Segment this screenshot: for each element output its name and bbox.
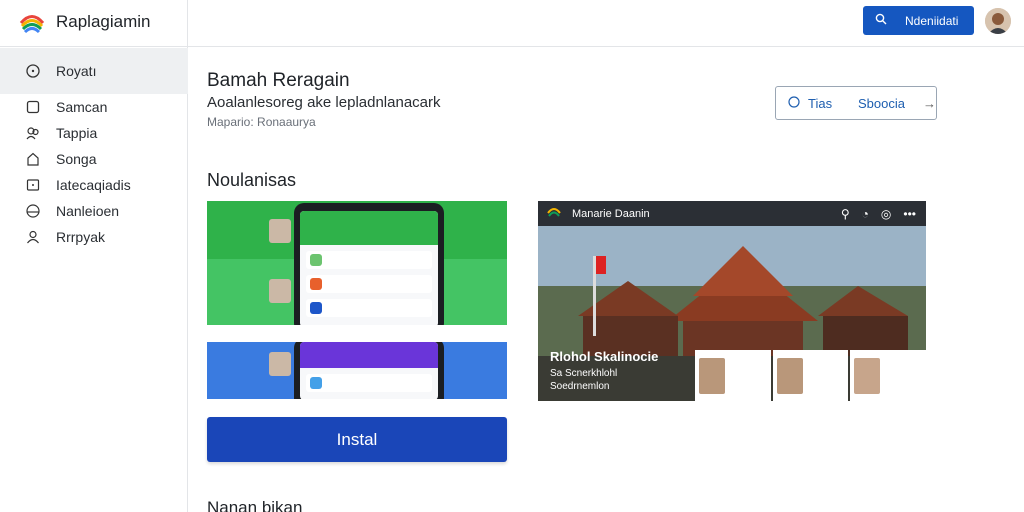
sidebar-nav: Royatı Samcan Tappia Songa Iatecaqiadis <box>0 48 188 250</box>
phone-mockup <box>294 203 444 325</box>
video-controls: ⚲ ◔ ◎ ••• <box>841 207 916 221</box>
caption-line: Soedrnemlon <box>550 381 610 392</box>
person-thumbnail <box>776 357 803 394</box>
phone-screen <box>300 342 438 399</box>
avatar[interactable] <box>985 8 1011 34</box>
person-thumbnail <box>854 357 881 394</box>
sidebar-item-0[interactable]: Royatı <box>0 48 188 94</box>
page-meta: Mapario: Ronaaurya <box>207 115 316 129</box>
bottom-section-title: Nanan bikan <box>207 498 303 512</box>
person-thumbnail <box>269 279 291 303</box>
box-icon <box>26 178 40 192</box>
screenshot-tile-2[interactable] <box>207 342 507 399</box>
video-title: Manarie Daanin <box>572 207 650 220</box>
more-icon[interactable]: ••• <box>903 207 916 221</box>
sidebar-item-label: Iatecaqiadis <box>56 177 131 193</box>
sidebar-item-label: Royatı <box>56 63 97 79</box>
person-thumbnail <box>699 357 725 394</box>
square-icon <box>26 100 40 114</box>
video-cards <box>695 350 926 401</box>
page-subtitle: Aoalanlesoreg ake lepladnlanacark <box>207 94 441 111</box>
sidebar-item-3[interactable]: Songa <box>0 146 188 172</box>
app-name: Raplagiamin <box>56 12 151 31</box>
clock-icon[interactable]: ◔ <box>862 207 869 221</box>
video-player[interactable]: Manarie Daanin ⚲ ◔ ◎ ••• Rlohol Skalinoc… <box>538 201 926 401</box>
circle-icon <box>26 204 40 218</box>
topbar-divider <box>188 46 1024 47</box>
list-item <box>306 299 432 317</box>
caption-line: Sa Scnerkhlohl <box>550 368 618 379</box>
brand[interactable]: Raplagiamin <box>18 8 151 36</box>
sidebar-item-2[interactable]: Tappia <box>0 120 188 146</box>
search-icon[interactable]: ⚲ <box>841 207 850 221</box>
sidebar-item-6[interactable]: Rrrpyak <box>0 224 188 250</box>
sidebar: Raplagiamin Royatı Samcan Tappia Songa I… <box>0 0 188 512</box>
list-item <box>306 374 432 392</box>
install-button[interactable]: Instal <box>207 417 507 462</box>
users-icon <box>26 126 40 140</box>
caption-title: Rlohol Skalinocie <box>550 349 659 364</box>
top-action-label: Ndeniidati <box>905 13 959 28</box>
home-icon <box>26 152 40 166</box>
phone-screen <box>300 211 438 325</box>
sidebar-divider <box>0 46 188 47</box>
sidebar-item-4[interactable]: Iatecaqiadis <box>0 172 188 198</box>
search-icon <box>875 13 887 28</box>
sidebar-item-label: Songa <box>56 151 97 167</box>
person-icon <box>26 230 40 244</box>
info-icon <box>788 95 800 111</box>
section-title: Noulanisas <box>207 170 297 190</box>
app-logo-icon <box>19 15 45 34</box>
video-card[interactable] <box>772 350 849 401</box>
phone-header <box>300 211 438 245</box>
channel-logo-icon <box>546 204 562 223</box>
video-card[interactable] <box>695 350 771 401</box>
outline-action-button[interactable]: Tias Sboocia → <box>775 86 937 120</box>
person-thumbnail <box>269 352 291 376</box>
video-card[interactable] <box>850 350 926 401</box>
sidebar-item-label: Samcan <box>56 99 108 115</box>
outline-button-right-label: Sboocia <box>858 95 905 111</box>
phone-header <box>300 342 438 368</box>
list-item <box>306 275 432 293</box>
sidebar-item-label: Rrrpyak <box>56 229 106 245</box>
list-item <box>306 251 432 269</box>
sidebar-item-label: Nanleioen <box>56 203 120 219</box>
sidebar-item-label: Tappia <box>56 125 98 141</box>
clock-icon <box>26 64 40 78</box>
person-thumbnail <box>269 219 291 243</box>
phone-mockup <box>294 342 444 399</box>
top-action-button[interactable]: Ndeniidati <box>863 6 974 35</box>
page-title: Bamah Reragain <box>207 70 350 91</box>
screenshot-tile-1[interactable] <box>207 201 507 325</box>
video-caption: Rlohol Skalinocie Sa Scnerkhlohl Soedrne… <box>550 349 658 392</box>
share-icon[interactable]: ◎ <box>881 207 891 221</box>
outline-button-left-label: Tias <box>808 95 833 111</box>
sidebar-item-1[interactable]: Samcan <box>0 94 188 120</box>
sidebar-item-5[interactable]: Nanleioen <box>0 198 188 224</box>
arrow-right-icon: → <box>923 95 936 111</box>
